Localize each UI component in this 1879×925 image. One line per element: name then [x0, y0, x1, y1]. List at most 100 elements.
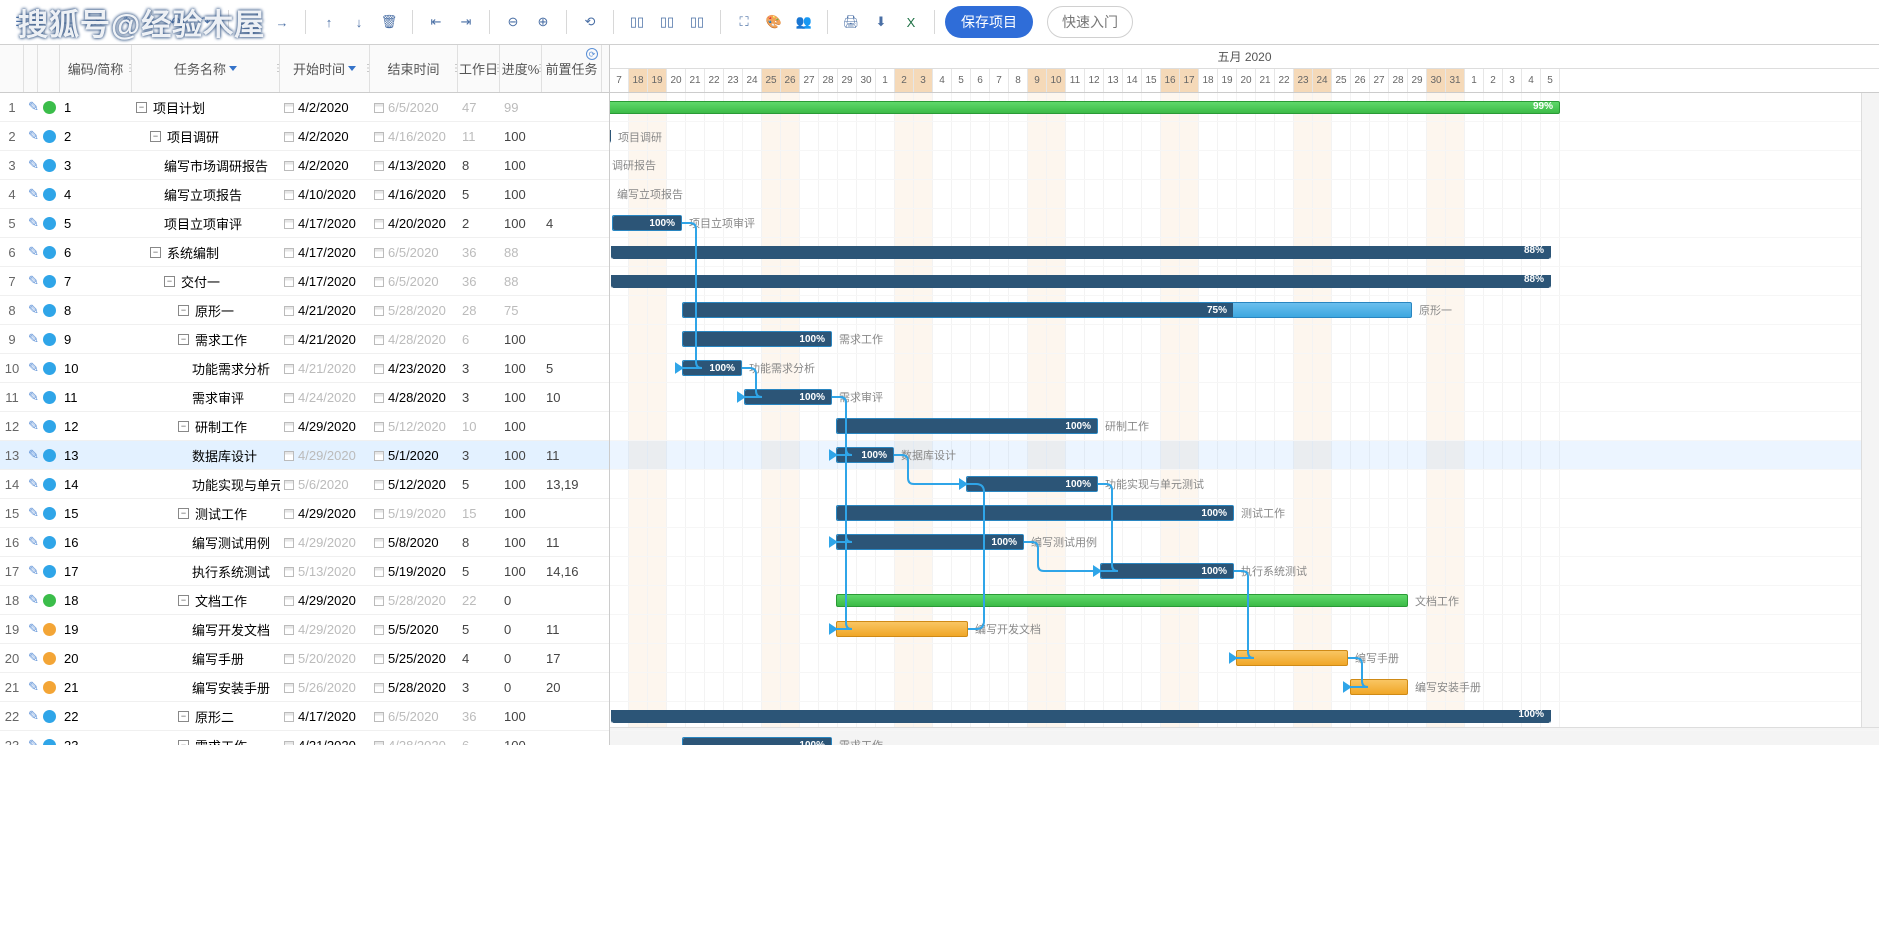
gantt-row[interactable]: 88% — [610, 238, 1879, 267]
task-code[interactable]: 21 — [60, 680, 132, 695]
gantt-bar[interactable]: 100%需求工作 — [682, 331, 832, 347]
layout2-icon[interactable]: ▯▯ — [654, 9, 680, 35]
col-progress[interactable]: 进度% — [500, 45, 542, 92]
gantt-bar[interactable]: 100%需求审评 — [744, 389, 832, 405]
gantt-row[interactable]: 项目调研 — [610, 122, 1879, 151]
work-days[interactable]: 5 — [458, 187, 500, 202]
gantt-bar[interactable]: 88% — [612, 246, 1550, 259]
task-name[interactable]: −项目计划 — [132, 98, 280, 117]
task-row[interactable]: 8✎8−原形一4/21/20205/28/20202875 — [0, 296, 609, 325]
edit-icon[interactable]: ✎ — [24, 215, 38, 231]
task-name[interactable]: −原形一 — [132, 301, 280, 320]
start-date[interactable]: 4/29/2020 — [280, 506, 370, 521]
progress[interactable]: 100 — [500, 129, 542, 144]
predecessor[interactable]: 11 — [542, 535, 602, 550]
edit-icon[interactable]: ✎ — [24, 505, 38, 521]
gantt-row[interactable]: 文档工作 — [610, 586, 1879, 615]
task-code[interactable]: 22 — [60, 709, 132, 724]
task-name[interactable]: −项目调研 — [132, 127, 280, 146]
expand-icon[interactable]: − — [150, 247, 161, 258]
moveup-icon[interactable]: ↑ — [316, 9, 342, 35]
task-row[interactable]: 11✎11需求审评4/24/20204/28/2020310010 — [0, 383, 609, 412]
task-row[interactable]: 23✎23−需求工作4/21/20204/28/20206100 — [0, 731, 609, 745]
predecessor[interactable]: 5 — [542, 361, 602, 376]
task-code[interactable]: 12 — [60, 419, 132, 434]
layout3-icon[interactable]: ▯▯ — [684, 9, 710, 35]
col-end[interactable]: 结束时间 — [370, 45, 458, 92]
gantt-row[interactable]: 100%调研报告 — [610, 151, 1879, 180]
end-date[interactable]: 6/5/2020 — [370, 274, 458, 289]
expand-icon[interactable]: − — [164, 276, 175, 287]
end-date[interactable]: 5/19/2020 — [370, 506, 458, 521]
task-name[interactable]: 需求审评 — [132, 388, 280, 407]
end-date[interactable]: 4/23/2020 — [370, 361, 458, 376]
task-code[interactable]: 23 — [60, 738, 132, 746]
gantt-bar[interactable]: 100%执行系统测试 — [1100, 563, 1234, 579]
task-row[interactable]: 21✎21编写安装手册5/26/20205/28/20203020 — [0, 673, 609, 702]
start-date[interactable]: 4/29/2020 — [280, 593, 370, 608]
task-name[interactable]: 编写市场调研报告 — [132, 156, 280, 175]
work-days[interactable]: 22 — [458, 593, 500, 608]
undo-icon[interactable]: ↶ — [162, 9, 188, 35]
progress[interactable]: 100 — [500, 390, 542, 405]
gantt-row[interactable]: 编写手册 — [610, 644, 1879, 673]
palette-icon[interactable]: 🎨 — [761, 9, 787, 35]
task-row[interactable]: 18✎18−文档工作4/29/20205/28/2020220 — [0, 586, 609, 615]
outdent-icon[interactable]: ⇤ — [423, 9, 449, 35]
progress[interactable]: 100 — [500, 158, 542, 173]
task-name[interactable]: −需求工作 — [132, 736, 280, 746]
task-row[interactable]: 13✎13数据库设计4/29/20205/1/2020310011 — [0, 441, 609, 470]
gantt-bar[interactable]: 文档工作 — [836, 594, 1408, 607]
progress[interactable]: 88 — [500, 274, 542, 289]
gantt-bar[interactable]: 100%测试工作 — [836, 505, 1234, 521]
edit-icon[interactable]: ✎ — [24, 331, 38, 347]
task-name[interactable]: −研制工作 — [132, 417, 280, 436]
indent-icon[interactable]: ⇥ — [453, 9, 479, 35]
end-date[interactable]: 5/12/2020 — [370, 419, 458, 434]
col-code[interactable]: 编码/简称 — [60, 45, 132, 92]
work-days[interactable]: 5 — [458, 477, 500, 492]
end-date[interactable]: 5/1/2020 — [370, 448, 458, 463]
task-name[interactable]: −交付一 — [132, 272, 280, 291]
gantt-row[interactable]: 100%执行系统测试 — [610, 557, 1879, 586]
end-date[interactable]: 5/28/2020 — [370, 680, 458, 695]
task-code[interactable]: 17 — [60, 564, 132, 579]
task-code[interactable]: 10 — [60, 361, 132, 376]
gantt-row[interactable]: 99% — [610, 93, 1879, 122]
start-date[interactable]: 5/26/2020 — [280, 680, 370, 695]
expand-icon[interactable]: − — [136, 102, 147, 113]
work-days[interactable]: 5 — [458, 622, 500, 637]
gantt-row[interactable]: 100%功能实现与单元测试 — [610, 470, 1879, 499]
expand-icon[interactable]: − — [178, 740, 189, 746]
work-days[interactable]: 8 — [458, 158, 500, 173]
task-name[interactable]: 编写手册 — [132, 649, 280, 668]
end-date[interactable]: 4/16/2020 — [370, 129, 458, 144]
gantt-row[interactable]: 75%原形一 — [610, 296, 1879, 325]
gantt-row[interactable]: 100%测试工作 — [610, 499, 1879, 528]
task-row[interactable]: 16✎16编写测试用例4/29/20205/8/2020810011 — [0, 528, 609, 557]
work-days[interactable]: 11 — [458, 129, 500, 144]
gantt-bar[interactable]: 100%项目立项审评 — [612, 215, 682, 231]
end-date[interactable]: 4/20/2020 — [370, 216, 458, 231]
work-days[interactable]: 6 — [458, 738, 500, 746]
progress[interactable]: 100 — [500, 564, 542, 579]
edit-icon[interactable]: ✎ — [24, 650, 38, 666]
gantt-row[interactable]: 100%研制工作 — [610, 412, 1879, 441]
edit-icon[interactable]: ✎ — [24, 737, 38, 745]
save-button[interactable]: 保存项目 — [945, 6, 1033, 38]
start-date[interactable]: 4/17/2020 — [280, 216, 370, 231]
refresh-icon[interactable]: ⟲ — [577, 9, 603, 35]
work-days[interactable]: 3 — [458, 390, 500, 405]
edit-icon[interactable]: ✎ — [24, 273, 38, 289]
progress[interactable]: 0 — [500, 651, 542, 666]
edit-icon[interactable]: ✎ — [24, 302, 38, 318]
edit-icon[interactable]: ✎ — [24, 418, 38, 434]
trash-icon[interactable]: 🗑 — [376, 9, 402, 35]
predecessor[interactable]: 10 — [542, 390, 602, 405]
end-date[interactable]: 5/28/2020 — [370, 303, 458, 318]
progress[interactable]: 100 — [500, 216, 542, 231]
vertical-scrollbar[interactable] — [1861, 93, 1879, 727]
predecessor[interactable]: 14,16 — [542, 564, 602, 579]
excel-icon[interactable]: X — [898, 9, 924, 35]
task-name[interactable]: 编写立项报告 — [132, 185, 280, 204]
